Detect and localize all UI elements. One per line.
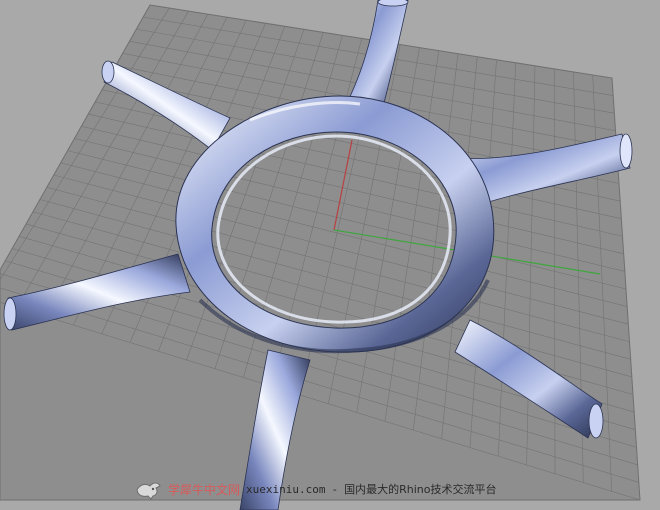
watermark-site-url: xuexiniu.com	[246, 482, 326, 496]
perspective-viewport[interactable]	[0, 0, 660, 510]
viewport-canvas	[0, 0, 641, 510]
arm-top-end	[377, 0, 409, 7]
watermark-slogan: 国内最大的Rhino技术交流平台	[344, 483, 497, 496]
arm-upper-left-end	[101, 60, 115, 84]
watermark-separator: -	[331, 482, 339, 496]
watermark-site-name: 学犀牛中文网	[168, 482, 241, 497]
arm-right-end	[619, 133, 633, 169]
cow-logo-icon	[136, 482, 161, 500]
arm-left-end	[3, 297, 17, 331]
construction-plane	[0, 4, 641, 501]
watermark: 学犀牛中文网 xuexiniu.com - 国内最大的Rhino技术交流平台	[134, 474, 497, 504]
arm-lower-right-end	[588, 403, 604, 439]
